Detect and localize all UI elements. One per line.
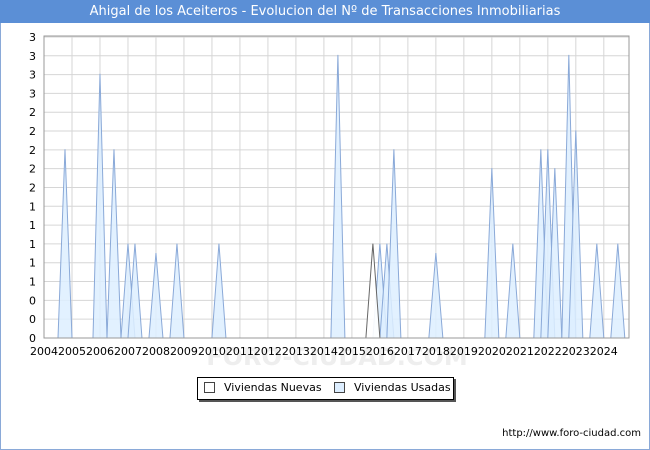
x-tick-label: 2014 bbox=[310, 345, 338, 358]
legend-swatch-usadas bbox=[334, 382, 345, 393]
usadas-peak bbox=[169, 243, 185, 339]
x-tick-label: 2010 bbox=[198, 345, 226, 358]
x-tick-label: 2021 bbox=[506, 345, 534, 358]
y-tick-label: 2 bbox=[29, 163, 36, 176]
footer-url: http://www.foro-ciudad.com bbox=[502, 428, 641, 439]
x-tick-label: 2007 bbox=[114, 345, 142, 358]
x-axis-ticks: 2004 2005 2006 2007 2008 2009 2010 2011 2012 2013… bbox=[30, 345, 618, 358]
x-tick-label: 2012 bbox=[254, 345, 282, 358]
x-tick-label: 2009 bbox=[170, 345, 198, 358]
usadas-peak bbox=[505, 243, 521, 339]
y-tick-label: 3 bbox=[29, 31, 36, 44]
y-axis-ticks: 0 0 0 1 1 1 1 1 2 2 2 2 2 3 3 3 3 bbox=[29, 31, 36, 345]
x-tick-label: 2024 bbox=[590, 345, 618, 358]
y-tick-label: 2 bbox=[29, 144, 36, 157]
usadas-peak bbox=[610, 243, 626, 339]
y-tick-label: 1 bbox=[29, 200, 36, 213]
y-tick-label: 2 bbox=[29, 125, 36, 138]
x-tick-label: 2023 bbox=[562, 345, 590, 358]
x-tick-label: 2005 bbox=[58, 345, 86, 358]
usadas-peak bbox=[211, 243, 227, 339]
x-tick-label: 2022 bbox=[534, 345, 562, 358]
usadas-peak bbox=[428, 253, 444, 339]
x-tick-label: 2008 bbox=[142, 345, 170, 358]
y-tick-label: 1 bbox=[29, 257, 36, 270]
x-tick-label: 2019 bbox=[450, 345, 478, 358]
usadas-peak bbox=[484, 168, 500, 339]
y-tick-label: 3 bbox=[29, 69, 36, 82]
x-tick-label: 2006 bbox=[86, 345, 114, 358]
x-tick-label: 2020 bbox=[478, 345, 506, 358]
series-viviendas-usadas bbox=[57, 54, 626, 339]
y-tick-label: 0 bbox=[29, 332, 36, 345]
legend-item-nuevas: Viviendas Nuevas bbox=[204, 381, 322, 394]
usadas-peak bbox=[330, 54, 346, 339]
legend: Viviendas Nuevas Viviendas Usadas bbox=[197, 377, 454, 400]
usadas-peak bbox=[589, 243, 605, 339]
y-tick-label: 2 bbox=[29, 106, 36, 119]
y-tick-label: 3 bbox=[29, 87, 36, 100]
y-tick-label: 0 bbox=[29, 313, 36, 326]
y-tick-label: 1 bbox=[29, 276, 36, 289]
y-tick-label: 1 bbox=[29, 219, 36, 232]
legend-swatch-nuevas bbox=[204, 382, 215, 393]
y-tick-label: 0 bbox=[29, 294, 36, 307]
x-tick-label: 2016 bbox=[366, 345, 394, 358]
usadas-peak bbox=[148, 253, 164, 339]
x-tick-label: 2017 bbox=[394, 345, 422, 358]
x-tick-label: 2018 bbox=[422, 345, 450, 358]
legend-label-nuevas: Viviendas Nuevas bbox=[224, 381, 322, 394]
x-tick-label: 2004 bbox=[30, 345, 58, 358]
y-tick-label: 1 bbox=[29, 238, 36, 251]
x-tick-label: 2013 bbox=[282, 345, 310, 358]
x-tick-label: 2011 bbox=[226, 345, 254, 358]
legend-label-usadas: Viviendas Usadas bbox=[354, 381, 451, 394]
y-tick-label: 3 bbox=[29, 50, 36, 63]
legend-item-usadas: Viviendas Usadas bbox=[334, 381, 451, 394]
y-tick-label: 2 bbox=[29, 181, 36, 194]
x-tick-label: 2015 bbox=[338, 345, 366, 358]
